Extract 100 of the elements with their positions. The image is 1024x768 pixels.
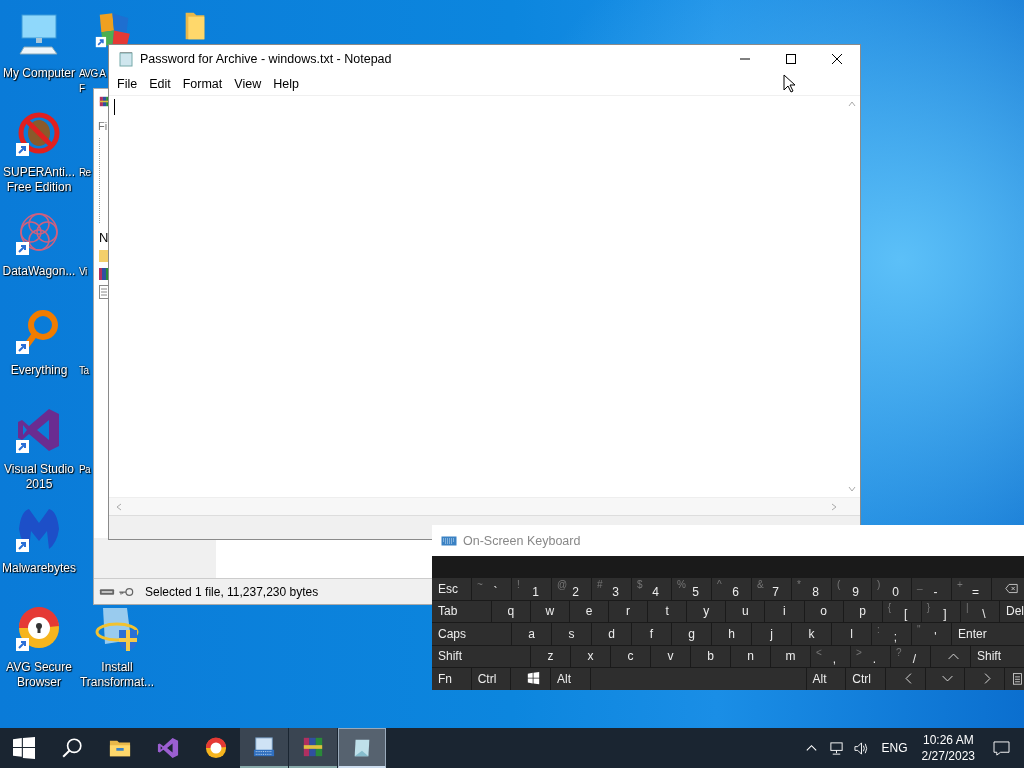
menu-item[interactable]: Edit [143,77,177,91]
keyboard-key[interactable]: ( 9 [832,578,871,600]
desktop-shortcut-label[interactable]: Vi [79,264,87,279]
keyboard-key[interactable]: w [530,600,569,622]
keyboard-key[interactable]: Shift [432,645,530,667]
keyboard-key[interactable]: p [843,600,882,622]
desktop-shortcut-label[interactable]: Re [79,165,91,180]
keyboard-key[interactable]: f [632,623,671,645]
desktop-shortcut[interactable]: Visual Studio 2015 [4,406,74,492]
desktop-shortcut[interactable]: DataWagon... [2,208,76,279]
taskbar-app[interactable] [240,728,288,768]
desktop-shortcut-label[interactable]: Pa [79,462,91,477]
clock-time[interactable]: 10:26 AM [922,732,974,748]
keyboard-key[interactable]: s [552,623,591,645]
keyboard-key[interactable]: a [512,623,551,645]
keyboard-key[interactable]: $ 4 [632,578,671,600]
keyboard-key[interactable]: & 7 [752,578,791,600]
folder-icon [99,249,109,263]
keyboard-key[interactable]: u [726,600,765,622]
volume-icon[interactable] [853,740,869,756]
notification-icon[interactable] [993,740,1010,756]
language-indicator[interactable]: ENG [881,741,908,755]
keyboard-key[interactable]: * 8 [792,578,831,600]
keyboard-key[interactable]: ~ ` [472,578,511,600]
keyboard-key[interactable]: > . [851,645,890,667]
keyboard-key[interactable]: q [491,600,530,622]
keyboard-key[interactable]: i [765,600,804,622]
key-symbol: 8 [812,584,819,599]
keyboard-key[interactable]: # 3 [592,578,631,600]
keyboard-key[interactable]: Fn [432,668,471,690]
desktop-shortcut[interactable]: AVG Secure Browser [6,604,72,690]
horizontal-scrollbar[interactable] [109,497,860,515]
shift-symbol: " [917,624,921,635]
keyboard-key[interactable]: Enter [952,623,1024,645]
keyboard-key[interactable]: m [771,645,810,667]
keyboard-key[interactable]: } ] [921,600,960,622]
keyboard-key[interactable]: y [687,600,726,622]
books-icon [99,267,109,281]
desktop-shortcut[interactable]: Install Transformat... [79,604,155,690]
keyboard-key[interactable]: x [571,645,610,667]
menu-item[interactable]: Format [176,77,229,91]
column-header[interactable]: N [99,230,109,245]
keyboard-key[interactable]: Esc [432,578,471,600]
desktop-shortcut-label[interactable]: AVG A F [79,66,106,96]
keyboard-key[interactable]: Tab [432,600,491,622]
left-chevron-icon [115,502,123,511]
keyboard-key[interactable]: ) 0 [872,578,911,600]
keyboard-key[interactable] [511,668,550,690]
keyboard-key[interactable] [1004,668,1024,690]
keyboard-key[interactable]: k [792,623,831,645]
keyboard-key[interactable]: o [804,600,843,622]
desktop-shortcut-label[interactable]: Ta [79,363,89,378]
keyboard-key[interactable]: t [648,600,687,622]
keyboard-key[interactable]: h [712,623,751,645]
keyboard-key[interactable]: : ; [872,623,911,645]
keyboard-key[interactable]: g [672,623,711,645]
desktop-shortcut[interactable]: My Computer [3,10,75,81]
keyboard-key[interactable]: d [592,623,631,645]
keyboard-key[interactable]: < , [811,645,850,667]
keyboard-key[interactable]: n [731,645,770,667]
key-symbol: 9 [852,584,859,599]
keyboard-key[interactable]: Shift [971,645,1024,667]
desktop-shortcut[interactable]: SUPERAnti... Free Edition [3,109,75,195]
clock-date[interactable]: 2/27/2023 [921,748,975,764]
menu-item[interactable]: Help [267,77,305,91]
keyboard-key[interactable]: b [691,645,730,667]
keyboard-key[interactable]: % 5 [672,578,711,600]
keyboard-key[interactable]: ? / [891,645,930,667]
menu-item[interactable]: View [228,77,268,91]
keyboard-key[interactable]: | \ [960,600,999,622]
keyboard-key[interactable]: ^ 6 [712,578,751,600]
keyboard-key[interactable]: c [611,645,650,667]
keyboard-key[interactable]: z [531,645,570,667]
keyboard-key[interactable]: { [ [882,600,921,622]
keyboard-key[interactable]: r [609,600,648,622]
menu-item[interactable]: Fi [98,120,108,132]
books-icon [302,736,324,758]
ribbon-logo-icon [157,737,179,759]
shift-symbol: ( [837,579,841,590]
keyboard-key[interactable]: v [651,645,690,667]
keyboard-key[interactable]: " ' [912,623,951,645]
keyboard-key[interactable] [992,578,1024,600]
keyboard-key[interactable]: + = [952,578,991,600]
keyboard-key[interactable]: Alt [806,668,846,690]
network-icon[interactable] [828,740,844,756]
menu-item[interactable]: File [111,77,144,91]
keyboard-key[interactable]: Ctrl [846,668,885,690]
keyboard-key[interactable]: _ - [912,578,951,600]
right-chevron-icon [830,502,838,511]
keyboard-key[interactable]: l [832,623,871,645]
desktop-shortcut[interactable]: Malwarebytes [2,505,76,576]
desktop-shortcut[interactable]: Everything [10,307,68,378]
keyboard-key[interactable]: Caps [432,623,511,645]
keyboard-key[interactable]: j [752,623,791,645]
keyboard-key[interactable]: Del [999,600,1024,622]
keyboard-key[interactable]: @ 2 [552,578,591,600]
keyboard-key[interactable]: Alt [551,668,590,690]
keyboard-key[interactable]: ! 1 [512,578,551,600]
keyboard-key[interactable]: e [569,600,609,622]
keyboard-key[interactable]: Ctrl [471,668,511,690]
